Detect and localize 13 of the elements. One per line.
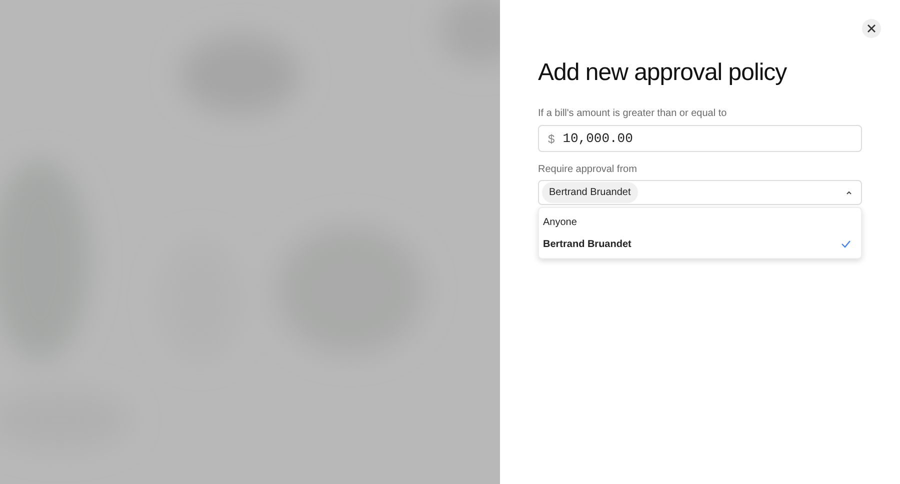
field-label: If a bill's amount is greater than or equal to: [538, 107, 728, 121]
close-button[interactable]: [862, 19, 881, 38]
amount-field[interactable]: $ 10,000.00: [538, 125, 862, 152]
selected-chip: Bertrand Bruandet: [542, 182, 638, 203]
field-label: Require approval from: [538, 163, 638, 177]
dropdown-option[interactable]: Bertrand Bruandet: [539, 233, 861, 255]
approver-select[interactable]: Bertrand Bruandet: [538, 180, 862, 205]
checkmark-icon: [841, 240, 851, 248]
dialog-title: Add new approval policy: [538, 58, 788, 88]
amount-value: 10,000.00: [562, 130, 633, 148]
close-icon: [867, 24, 876, 33]
currency-symbol: $: [548, 130, 555, 148]
dropdown-option[interactable]: Anyone: [539, 211, 861, 233]
